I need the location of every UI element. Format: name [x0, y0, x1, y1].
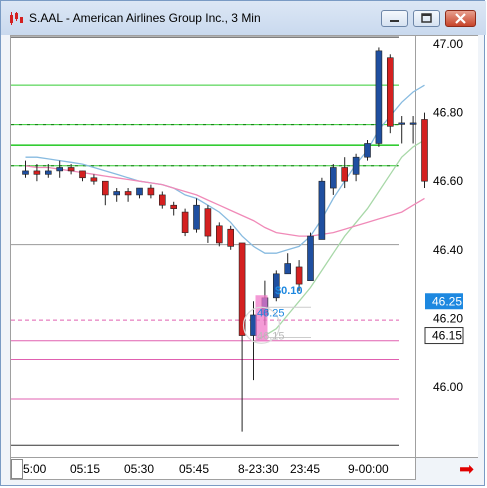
- scroll-position-box[interactable]: [11, 459, 23, 479]
- close-button[interactable]: [445, 10, 476, 27]
- minimize-icon: [390, 20, 399, 22]
- maximize-icon: [421, 13, 432, 23]
- time-tick-label: 5:00: [23, 462, 47, 476]
- time-axis[interactable]: 5:00 05:15 05:30 05:45 8-23:30 23:45 9-0…: [10, 458, 416, 480]
- window-title: S.AAL - American Airlines Group Inc., 3 …: [29, 11, 261, 25]
- minimize-button[interactable]: [381, 10, 408, 27]
- time-tick-label: 05:30: [124, 462, 155, 476]
- time-tick-label: 23:45: [290, 462, 321, 476]
- time-tick-label: 9-00:00: [348, 462, 389, 476]
- price-axis[interactable]: [416, 35, 478, 458]
- close-icon: [455, 13, 466, 24]
- chart-plot-area[interactable]: [10, 35, 416, 458]
- time-tick-label: 05:15: [70, 462, 101, 476]
- candlestick-app-icon: [10, 12, 23, 25]
- maximize-button[interactable]: [413, 10, 440, 27]
- scroll-right-arrow-icon[interactable]: ➡: [459, 459, 474, 480]
- time-tick-label: 8-23:30: [238, 462, 279, 476]
- time-tick-label: 05:45: [179, 462, 210, 476]
- title-bar[interactable]: S.AAL - American Airlines Group Inc., 3 …: [1, 1, 486, 35]
- chart-window: S.AAL - American Airlines Group Inc., 3 …: [0, 0, 486, 486]
